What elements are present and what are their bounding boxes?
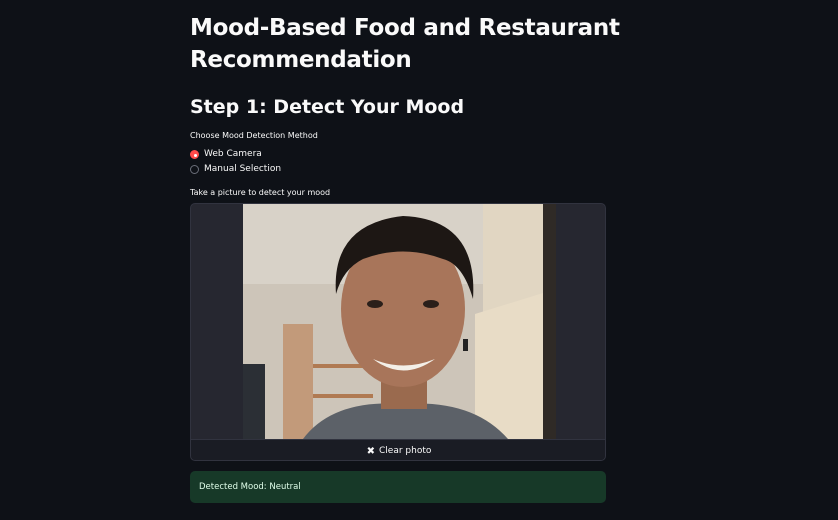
step-heading: Step 1: Detect Your Mood bbox=[190, 96, 465, 118]
mood-method-label: Choose Mood Detection Method bbox=[190, 131, 318, 140]
close-icon: ✖ bbox=[366, 445, 376, 457]
detected-mood-alert: Detected Mood: Neutral bbox=[190, 471, 606, 503]
radio-unchecked-icon[interactable] bbox=[190, 165, 199, 174]
radio-option-web-camera[interactable]: Web Camera bbox=[190, 148, 262, 161]
webcam-photo bbox=[243, 204, 556, 439]
radio-checked-icon[interactable] bbox=[190, 150, 199, 159]
clear-photo-label: Clear photo bbox=[379, 446, 432, 456]
clear-photo-button[interactable]: ✖ Clear photo bbox=[191, 439, 605, 460]
page-title: Mood-Based Food and Restaurant Recommend… bbox=[190, 15, 620, 73]
radio-option-label: Web Camera bbox=[204, 149, 262, 159]
camera-label: Take a picture to detect your mood bbox=[190, 188, 331, 197]
detected-mood-text: Detected Mood: Neutral bbox=[199, 482, 301, 492]
camera-input: ✖ Clear photo bbox=[190, 203, 606, 461]
radio-option-label: Manual Selection bbox=[204, 164, 282, 174]
radio-option-manual-selection[interactable]: Manual Selection bbox=[190, 163, 281, 176]
person-photo-image bbox=[243, 204, 556, 439]
